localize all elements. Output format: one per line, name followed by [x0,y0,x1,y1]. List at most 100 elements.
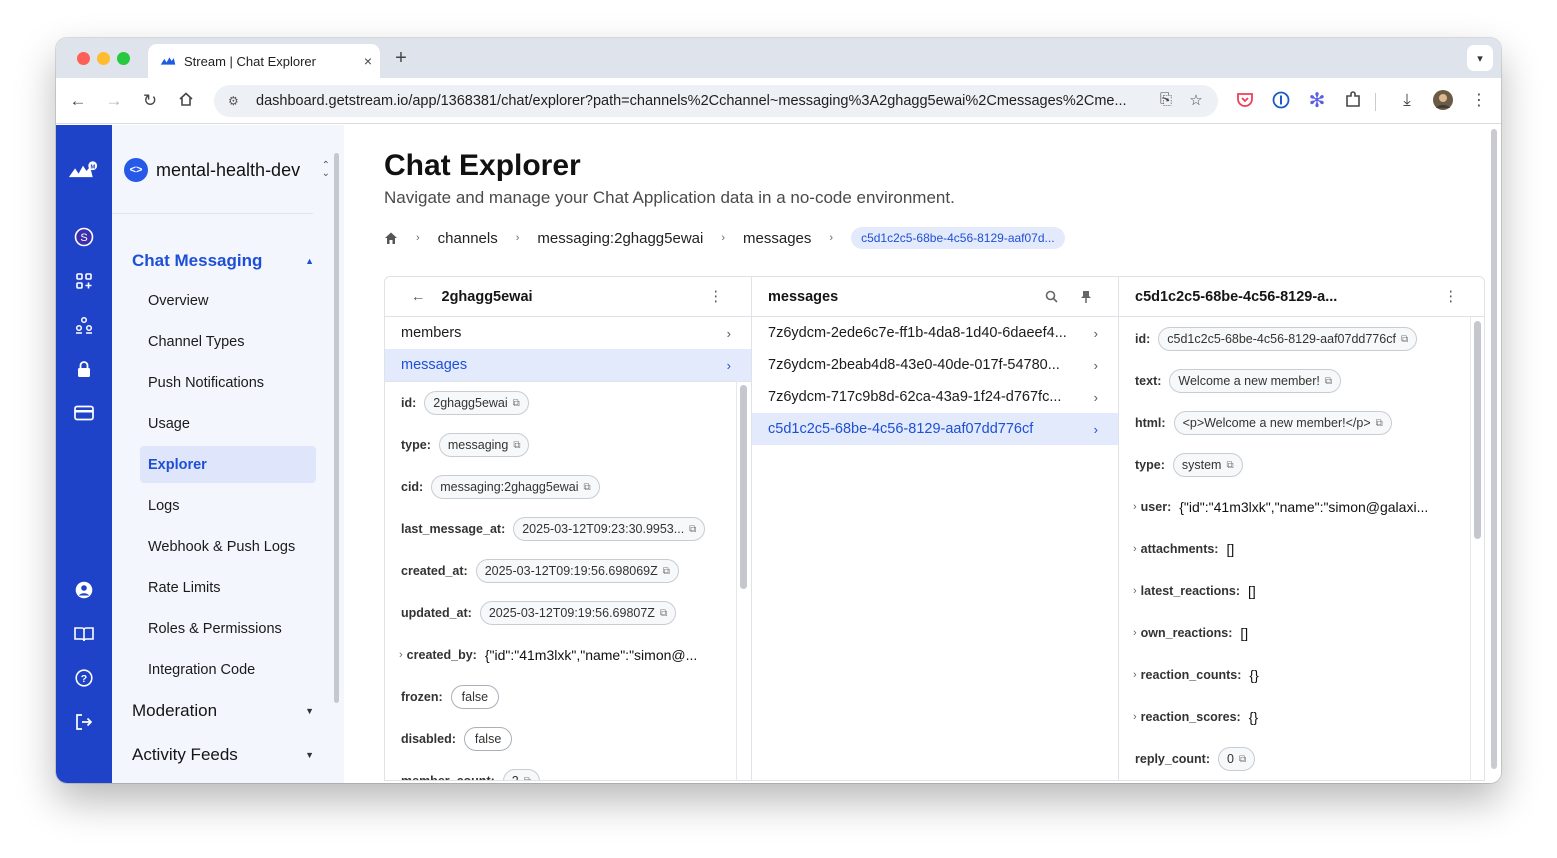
copy-icon[interactable]: ⧉ [524,776,531,781]
project-switcher[interactable]: <> mental-health-dev ⌃ ⌄ [124,155,330,185]
logout-icon[interactable] [72,710,96,734]
sidebar-item-channel-types[interactable]: Channel Types [140,323,316,360]
panel-scrollbar[interactable] [1474,321,1481,539]
expand-chevron-icon[interactable]: › [1133,627,1137,639]
kebab-menu-icon[interactable]: ⋮ [1444,289,1459,305]
field-own-reactions[interactable]: › own_reactions: [] [1133,620,1248,646]
stream-logo-icon[interactable]: M [68,159,98,183]
expand-chevron-icon[interactable]: › [1133,543,1137,555]
copy-icon[interactable]: ⧉ [1226,460,1233,471]
kebab-menu-icon[interactable]: ⋮ [709,289,724,305]
copy-icon[interactable]: ⧉ [1376,418,1383,429]
tab-search-button[interactable]: ▾ [1467,45,1493,71]
breadcrumb-messages[interactable]: messages [743,230,811,247]
pin-icon[interactable] [1080,290,1092,304]
field-value-chip[interactable]: 2025-03-12T09:19:56.698069Z ⧉ [475,559,679,583]
field-attachments[interactable]: › attachments: [] [1133,536,1234,562]
message-row[interactable]: 7z6ydcm-2beab4d8-43e0-40de-017f-54780...… [752,349,1118,381]
new-tab-button[interactable]: + [390,47,412,70]
home-icon[interactable] [384,231,398,245]
url-text[interactable]: dashboard.getstream.io/app/1368381/chat/… [256,93,1146,109]
expand-chevron-icon[interactable]: › [399,649,403,661]
back-arrow-icon[interactable]: ← [411,289,426,305]
sidebar-scrollbar[interactable] [334,153,339,703]
apps-grid-icon[interactable] [72,269,96,293]
sparkle-extension-icon[interactable]: ✻ [1306,89,1328,112]
field-user[interactable]: › user: {"id":"41m3lxk","name":"simon@ga… [1133,494,1428,520]
message-row[interactable]: 7z6ydcm-717c9b8d-62ca-43a9-1f24-d767fc..… [752,381,1118,413]
field-value-chip[interactable]: messaging:2ghagg5ewai ⧉ [431,475,600,499]
copy-icon[interactable]: ⧉ [1325,376,1332,387]
field-value-chip[interactable]: <p>Welcome a new member!</p> ⧉ [1173,411,1392,435]
reload-button[interactable]: ↻ [140,91,160,111]
section-chat-messaging[interactable]: Chat Messaging ▲ [132,251,314,271]
sidebar-item-integration-code[interactable]: Integration Code [140,651,316,688]
sidebar-item-usage[interactable]: Usage [140,405,316,442]
field-value-chip[interactable]: 2025-03-12T09:23:30.9953... ⧉ [513,517,706,541]
team-hierarchy-icon[interactable] [72,313,96,337]
field-value[interactable]: false [463,727,513,751]
field-latest-reactions[interactable]: › latest_reactions: [] [1133,578,1256,604]
home-button[interactable] [176,91,196,111]
sidebar-item-push-notifications[interactable]: Push Notifications [140,364,316,401]
browser-tab[interactable]: Stream | Chat Explorer × [148,44,380,78]
field-value-chip[interactable]: Welcome a new member! ⧉ [1169,369,1342,393]
field-value-chip[interactable]: 0 ⧉ [1218,747,1256,771]
profile-avatar[interactable] [1432,89,1454,111]
extensions-button[interactable] [1342,89,1364,111]
bookmark-star-icon[interactable]: ☆ [1186,91,1206,111]
docs-book-icon[interactable] [72,622,96,646]
link-members[interactable]: members › [385,317,751,349]
account-icon[interactable] [72,578,96,602]
sidebar-item-webhook-push-logs[interactable]: Webhook & Push Logs [140,528,316,565]
expand-chevron-icon[interactable]: › [1133,501,1137,513]
close-window-button[interactable] [77,52,90,65]
install-app-icon[interactable]: ⎘ [1156,91,1176,111]
sidebar-item-roles-permissions[interactable]: Roles & Permissions [140,610,316,647]
credit-card-icon[interactable] [72,401,96,425]
copy-icon[interactable]: ⧉ [584,482,591,493]
field-created-by[interactable]: › created_by: {"id":"41m3lxk","name":"si… [399,642,697,668]
breadcrumb-channels[interactable]: channels [438,230,498,247]
billing-credit-icon[interactable]: S [72,225,96,249]
downloads-button[interactable]: ⤓ [1396,89,1418,111]
panel-scrollbar[interactable] [740,385,747,589]
expand-chevron-icon[interactable]: › [1133,585,1137,597]
copy-icon[interactable]: ⧉ [663,566,670,577]
search-icon[interactable] [1045,290,1058,303]
field-value-chip[interactable]: messaging ⧉ [438,433,530,457]
password-manager-extension-icon[interactable] [1270,89,1292,111]
pocket-extension-icon[interactable] [1234,89,1256,111]
message-row[interactable]: 7z6ydcm-2ede6c7e-ff1b-4da8-1d40-6daeef4.… [752,317,1118,349]
section-moderation[interactable]: Moderation ▼ [132,701,314,721]
sidebar-item-logs[interactable]: Logs [140,487,316,524]
address-bar[interactable]: ⚙ dashboard.getstream.io/app/1368381/cha… [214,85,1218,117]
zoom-window-button[interactable] [117,52,130,65]
field-value-chip[interactable]: c5d1c2c5-68be-4c56-8129-aaf07dd776cf ⧉ [1158,327,1418,351]
minimize-window-button[interactable] [97,52,110,65]
field-reaction-counts[interactable]: › reaction_counts: {} [1133,662,1259,688]
copy-icon[interactable]: ⧉ [513,440,520,451]
copy-icon[interactable]: ⧉ [513,398,520,409]
message-row-selected[interactable]: c5d1c2c5-68be-4c56-8129-aaf07dd776cf › [752,413,1118,445]
copy-icon[interactable]: ⧉ [689,524,696,535]
sidebar-item-rate-limits[interactable]: Rate Limits [140,569,316,606]
help-icon[interactable]: ? [72,666,96,690]
section-activity-feeds[interactable]: Activity Feeds ▼ [132,745,314,765]
copy-icon[interactable]: ⧉ [1401,334,1408,345]
sidebar-item-explorer[interactable]: Explorer [140,446,316,483]
copy-icon[interactable]: ⧉ [1239,754,1246,765]
forward-button[interactable]: → [104,91,124,111]
expand-chevron-icon[interactable]: › [1133,669,1137,681]
sidebar-item-overview[interactable]: Overview [140,282,316,319]
field-reaction-scores[interactable]: › reaction_scores: {} [1133,704,1258,730]
field-value-chip[interactable]: 2 ⧉ [502,769,540,781]
back-button[interactable]: ← [68,91,88,111]
tab-close-icon[interactable]: × [356,53,380,69]
expand-chevron-icon[interactable]: › [1133,711,1137,723]
copy-icon[interactable]: ⧉ [660,608,667,619]
field-value[interactable]: false [450,685,500,709]
field-value-chip[interactable]: system ⧉ [1172,453,1243,477]
lock-icon[interactable] [72,357,96,381]
browser-menu-button[interactable]: ⋮ [1468,89,1490,111]
